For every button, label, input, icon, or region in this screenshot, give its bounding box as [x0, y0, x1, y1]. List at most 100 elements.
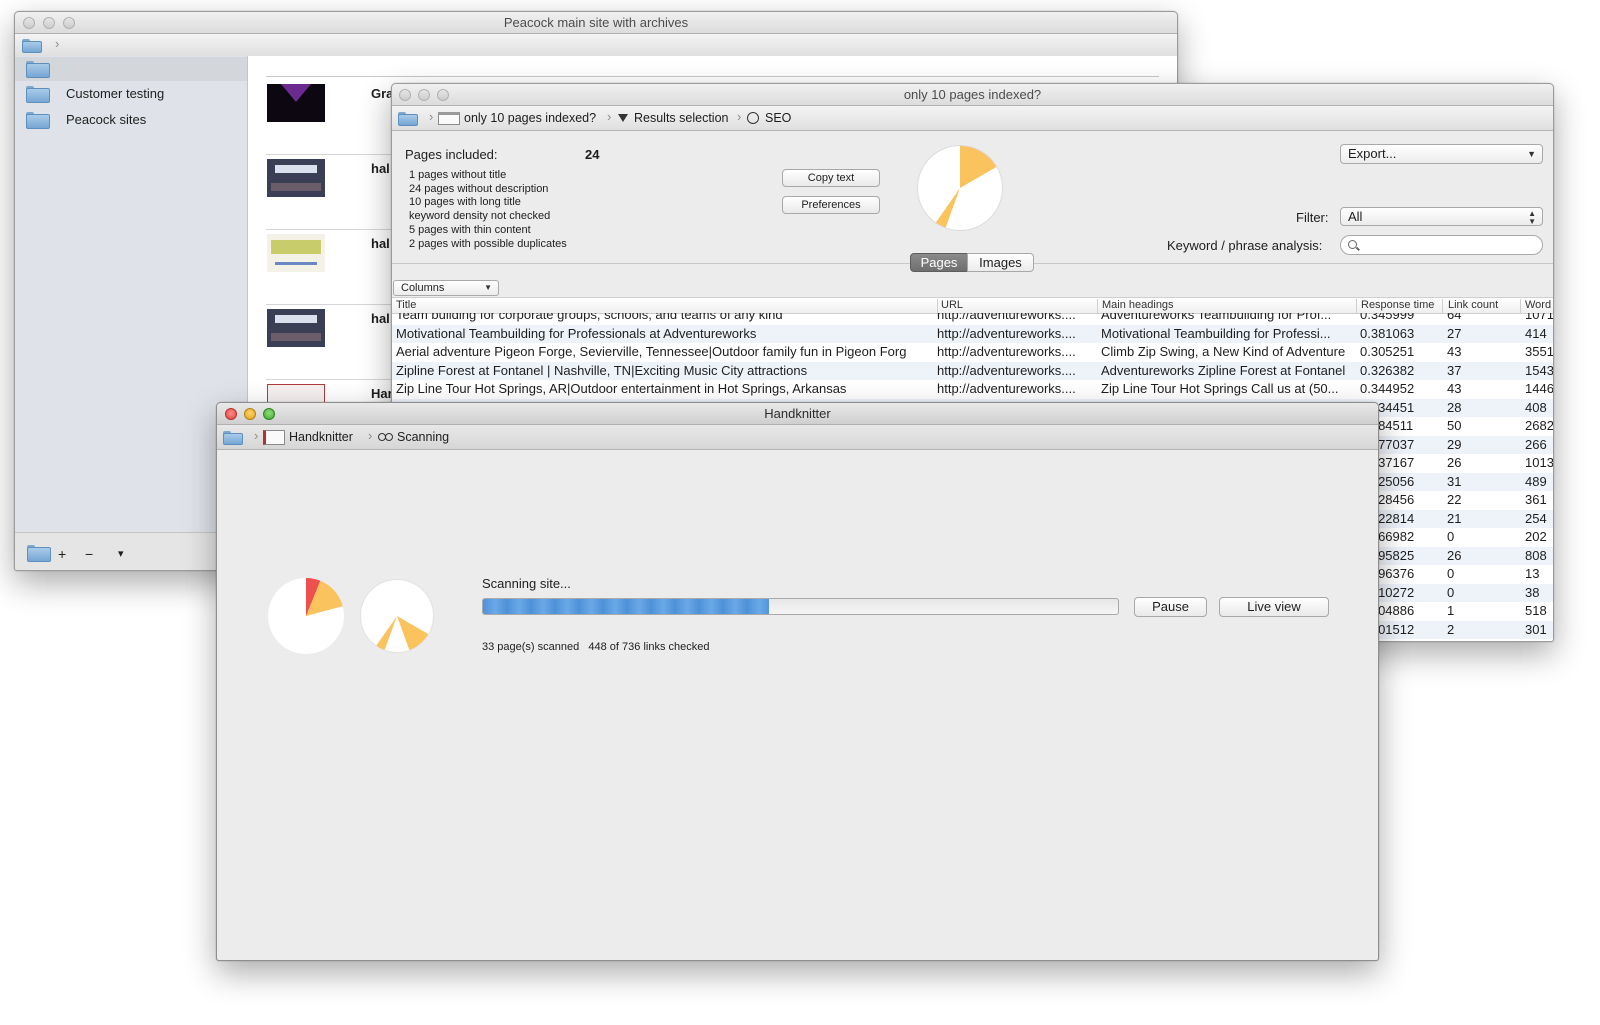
cell-word-count: 1013 — [1525, 455, 1553, 470]
path-bar: › only 10 pages indexed? › Results selec… — [392, 106, 1553, 131]
cell-word-count: 1071 — [1525, 313, 1553, 322]
cell-main-heading: Adventureworks Zipline Forest at Fontane… — [1101, 362, 1346, 378]
issue-item: 1 pages without title — [409, 169, 507, 181]
tab-pages[interactable]: Pages — [910, 253, 968, 272]
cell-link-count: 29 — [1447, 436, 1462, 452]
options-menu-button[interactable]: ▾ — [118, 547, 124, 560]
cell-link-count: 43 — [1447, 344, 1462, 359]
preferences-button[interactable]: Preferences — [782, 196, 880, 214]
table-row[interactable]: Zip Line Tour Hot Springs, AR|Outdoor en… — [392, 380, 1553, 398]
crumb-scanning[interactable]: Scanning — [378, 429, 449, 446]
cell-word-count: 38 — [1525, 584, 1540, 600]
crumb-seo[interactable]: SEO — [747, 110, 791, 127]
table-row[interactable]: Team building for corporate groups, scho… — [392, 313, 1553, 324]
column-header-word[interactable]: Word — [1520, 299, 1551, 313]
cell-word-count: 518 — [1525, 603, 1547, 618]
cell-word-count: 1446 — [1525, 381, 1553, 396]
keyword-search-field[interactable] — [1340, 235, 1543, 255]
table-row[interactable]: Motivational Teambuilding for Profession… — [392, 324, 1553, 343]
cell-word-count: 361 — [1525, 492, 1547, 507]
column-header-url[interactable]: URL — [937, 299, 963, 313]
new-folder-icon[interactable] — [27, 545, 51, 562]
cell-main-heading: Motivational Teambuilding for Professi..… — [1101, 325, 1331, 341]
chevron-right-icon: › — [254, 428, 259, 443]
list-item-title: hal — [371, 161, 390, 176]
thumbnail — [267, 309, 325, 347]
cell-main-heading: Climb Zip Swing, a New Kind of Adventure — [1101, 344, 1346, 359]
cell-response-time: 0.305251 — [1360, 344, 1415, 359]
document-icon — [438, 112, 460, 126]
crumb-results-selection[interactable]: Results selection — [618, 110, 729, 127]
cell-link-count: 21 — [1447, 510, 1462, 526]
pause-button[interactable]: Pause — [1134, 597, 1207, 617]
scan-progress-pie — [268, 578, 344, 654]
titlebar: Peacock main site with archives — [15, 12, 1177, 34]
thumbnail — [267, 84, 325, 122]
path-bar: › — [15, 34, 1177, 57]
cell-link-count: 2 — [1447, 621, 1455, 637]
cell-link-count: 26 — [1447, 547, 1462, 563]
column-header-response-time[interactable]: Response time — [1356, 299, 1434, 313]
copy-text-button[interactable]: Copy text — [782, 169, 880, 187]
folder-icon — [26, 86, 50, 103]
cell-word-count: 408 — [1525, 399, 1547, 415]
root-folder-crumb[interactable] — [398, 110, 418, 127]
issue-list: 1 pages without title 24 pages without d… — [409, 169, 567, 251]
column-header-main-headings[interactable]: Main headings — [1097, 299, 1174, 313]
cell-title: Zipline Forest at Fontanel | Nashville, … — [396, 362, 808, 378]
target-icon — [747, 111, 759, 124]
cell-word-count: 13 — [1525, 566, 1540, 581]
root-folder-crumb[interactable] — [223, 429, 243, 446]
chevron-right-icon: › — [429, 109, 434, 124]
cell-url: http://adventureworks.... — [937, 313, 1076, 322]
list-item-title: hal — [371, 236, 390, 251]
cell-word-count: 266 — [1525, 436, 1547, 452]
issue-item: keyword density not checked — [409, 210, 551, 223]
crumb-project[interactable]: only 10 pages indexed? — [438, 110, 596, 127]
sidebar-item-peacock-sites[interactable]: Peacock sites — [15, 108, 247, 132]
cell-link-count: 28 — [1447, 399, 1462, 415]
crumb-handknitter[interactable]: Handknitter — [263, 429, 353, 446]
folder-icon — [26, 112, 50, 129]
add-button[interactable]: + — [58, 546, 66, 562]
sidebar-item-root[interactable] — [15, 57, 247, 81]
thumbnail — [267, 159, 325, 197]
column-header-title[interactable]: Title — [396, 299, 416, 311]
cell-link-count: 31 — [1447, 473, 1462, 489]
cell-title: Team building for corporate groups, scho… — [396, 313, 783, 322]
keyword-search-input[interactable] — [1365, 237, 1539, 254]
remove-button[interactable]: − — [85, 546, 93, 562]
column-header-link-count[interactable]: Link count — [1442, 299, 1498, 313]
filter-dropdown[interactable]: All ▲ ▼ — [1340, 207, 1543, 226]
export-dropdown[interactable]: Export... ▼ — [1340, 144, 1543, 164]
chevron-right-icon: › — [607, 109, 612, 124]
cell-word-count: 254 — [1525, 510, 1547, 526]
folder-icon — [26, 61, 50, 78]
cell-word-count: 3551 — [1525, 344, 1553, 359]
cell-url: http://adventureworks.... — [937, 325, 1076, 341]
cell-link-count: 43 — [1447, 381, 1462, 396]
scan-stats-text: 33 page(s) scanned 448 of 736 links chec… — [482, 641, 710, 653]
tab-images[interactable]: Images — [967, 253, 1034, 272]
root-folder-crumb[interactable] — [22, 37, 42, 54]
live-view-button[interactable]: Live view — [1219, 597, 1329, 617]
columns-dropdown[interactable]: Columns ▼ — [393, 280, 499, 296]
sidebar-item-customer-testing[interactable]: Customer testing — [15, 82, 247, 106]
cell-link-count: 64 — [1447, 313, 1462, 322]
pages-included-label: Pages included: — [405, 147, 498, 162]
table-row[interactable]: Aerial adventure Pigeon Forge, Seviervil… — [392, 343, 1553, 361]
seo-pie-chart — [917, 145, 1003, 231]
table-row[interactable]: Zipline Forest at Fontanel | Nashville, … — [392, 361, 1553, 380]
cell-response-time: 0.344952 — [1360, 381, 1415, 396]
issue-item: 10 pages with long title — [409, 196, 521, 209]
stepper-arrows-icon: ▲ ▼ — [1528, 209, 1536, 226]
chevron-down-icon: ▼ — [1527, 149, 1536, 159]
sidebar-item-label: Peacock sites — [66, 112, 147, 127]
cell-main-heading: Zip Line Tour Hot Springs Call us at (50… — [1101, 381, 1339, 396]
cell-title: Motivational Teambuilding for Profession… — [396, 325, 757, 341]
cell-link-count: 37 — [1447, 362, 1462, 378]
issue-item: 24 pages without description — [409, 182, 549, 195]
cell-main-heading: Adventureworks Teambuilding for Prof... — [1101, 313, 1332, 322]
cell-word-count: 808 — [1525, 547, 1547, 563]
cell-response-time: 0.381063 — [1360, 325, 1415, 341]
